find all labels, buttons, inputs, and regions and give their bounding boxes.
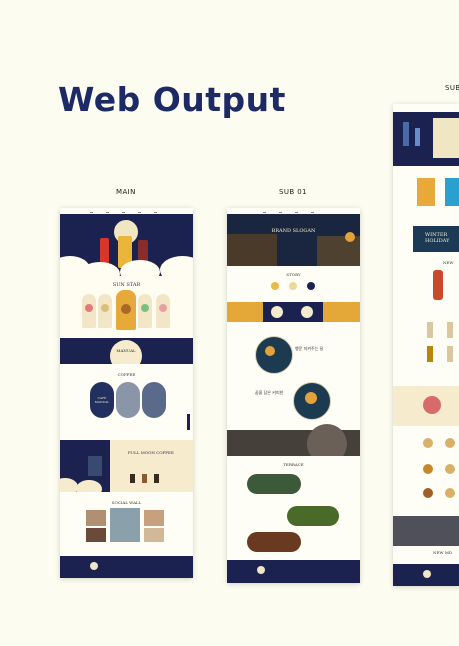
- story-heading: STORY: [286, 272, 301, 277]
- column-label-main: MAIN: [116, 188, 136, 196]
- nav-item[interactable]: [90, 212, 93, 213]
- sub02-page-mockup: WINTER HOLIDAY NEW NEW MD: [393, 104, 459, 586]
- winter-holiday-label: WINTER HOLIDAY: [425, 232, 450, 244]
- sub02-photo: [393, 516, 459, 546]
- column-label-sub02: SUB: [445, 84, 459, 92]
- social-wall-heading: SOCIAL WALL: [111, 500, 142, 505]
- page-title: Web Output: [58, 80, 286, 119]
- nav-item[interactable]: [311, 212, 314, 213]
- sub02-footer: [393, 564, 459, 586]
- sub02-products: [393, 166, 459, 226]
- main-page-mockup: SUN STAR MANUAL COFFEE CAFE MANUAL FULL …: [60, 208, 193, 578]
- column-label-sub01: SUB 01: [279, 188, 307, 196]
- main-social-section: SOCIAL WALL: [60, 492, 193, 556]
- sub01-circles-section: 행운 지켜주는 달 꿈을 담은 커피한: [227, 326, 360, 430]
- nav-item[interactable]: [263, 212, 266, 213]
- nav-item[interactable]: [279, 212, 282, 213]
- sub01-photo-strip: [227, 424, 360, 464]
- sunstar-heading: SUN STAR: [112, 282, 141, 288]
- sub02-winter-banner: WINTER HOLIDAY: [413, 226, 459, 252]
- nav-item[interactable]: [295, 212, 298, 213]
- circle-a-label: 행운 지켜주는 달: [295, 346, 324, 351]
- main-cafe-section: COFFEE CAFE MANUAL: [60, 364, 193, 440]
- sub02-hero: [393, 112, 459, 166]
- circle-b-label: 꿈을 담은 커피한: [255, 390, 284, 395]
- cafe-manual-label: CAFE MANUAL: [94, 396, 110, 404]
- main-manual-banner: MANUAL: [60, 338, 193, 372]
- new-label: NEW: [443, 260, 454, 265]
- terrace-heading: TERRACE: [283, 462, 304, 467]
- nav-item[interactable]: [154, 212, 157, 213]
- main-fullmoon-section: FULL MOON COFFEE: [60, 440, 193, 498]
- new-menu-label: NEW MD: [433, 550, 453, 555]
- main-hero: [60, 214, 193, 286]
- coffee-label: COFFEE: [117, 372, 136, 377]
- nav-item[interactable]: [138, 212, 141, 213]
- main-sunstar-section: SUN STAR: [60, 276, 193, 336]
- nav-item[interactable]: [122, 212, 125, 213]
- sub01-footer: [227, 560, 360, 583]
- nav-item[interactable]: [106, 212, 109, 213]
- manual-label: MANUAL: [116, 348, 136, 353]
- sub01-page-mockup: BRAND SLOGAN STORY 행운 지켜주는 달 꿈을 담은 커피한 T…: [227, 208, 360, 583]
- sub01-story-section: STORY: [227, 266, 360, 326]
- hero-slogan: BRAND SLOGAN: [271, 228, 316, 234]
- full-moon-heading: FULL MOON COFFEE: [128, 450, 174, 455]
- sub01-hero: BRAND SLOGAN: [227, 214, 360, 266]
- main-footer: [60, 556, 193, 578]
- drink-red: [100, 238, 109, 264]
- sub01-terrace-section: TERRACE: [227, 456, 360, 556]
